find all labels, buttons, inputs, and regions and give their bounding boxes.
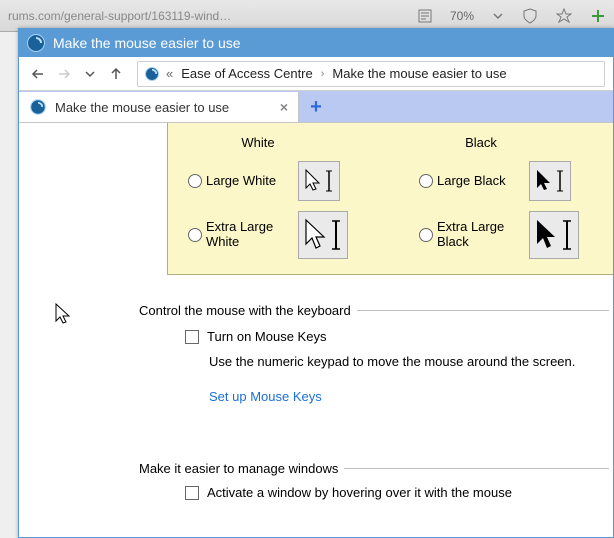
radio-icon[interactable] bbox=[188, 174, 202, 188]
nav-forward-button[interactable] bbox=[53, 63, 75, 85]
radio-icon[interactable] bbox=[188, 228, 202, 242]
breadcrumb-root[interactable]: Ease of Access Centre bbox=[181, 66, 313, 81]
radio-icon[interactable] bbox=[419, 228, 433, 242]
pointer-preview bbox=[298, 161, 340, 201]
titlebar[interactable]: Make the mouse easier to use bbox=[19, 29, 613, 57]
chevron-right-icon: › bbox=[319, 68, 327, 80]
pointer-option-extra-large-black[interactable]: Extra Large Black bbox=[391, 205, 613, 265]
star-icon bbox=[556, 8, 572, 24]
mouse-keys-section: Control the mouse with the keyboard Turn… bbox=[139, 303, 609, 404]
pointer-label: Large Black bbox=[437, 174, 525, 189]
mouse-keys-checkbox-row[interactable]: Turn on Mouse Keys bbox=[185, 329, 609, 344]
pointer-preview bbox=[529, 211, 579, 259]
nav-back-button[interactable] bbox=[27, 63, 49, 85]
checkbox-label: Turn on Mouse Keys bbox=[207, 329, 326, 344]
pointer-option-large-black[interactable]: Large Black bbox=[391, 157, 613, 205]
mouse-keys-description: Use the numeric keypad to move the mouse… bbox=[209, 354, 609, 369]
new-tab-button[interactable]: + bbox=[299, 92, 333, 122]
pointer-label: Large White bbox=[206, 174, 294, 189]
pointer-label: Extra Large Black bbox=[437, 220, 525, 250]
app-icon bbox=[27, 34, 45, 52]
nav-toolbar: « Ease of Access Centre › Make the mouse… bbox=[19, 57, 613, 91]
checkbox-label: Activate a window by hovering over it wi… bbox=[207, 485, 512, 500]
section-legend: Make it easier to manage windows bbox=[139, 461, 344, 476]
address-bar[interactable]: « Ease of Access Centre › Make the mouse… bbox=[137, 61, 605, 87]
pointer-option-white-top: White bbox=[168, 129, 391, 157]
ease-of-access-icon bbox=[145, 67, 159, 81]
radio-icon[interactable] bbox=[419, 174, 433, 188]
nav-up-button[interactable] bbox=[105, 63, 127, 85]
background-url: rums.com/general-support/163119-wind… bbox=[8, 9, 231, 23]
tab-icon bbox=[30, 99, 45, 114]
setup-mouse-keys-link[interactable]: Set up Mouse Keys bbox=[209, 389, 609, 404]
content-area: White Black Large White bbox=[19, 123, 613, 537]
nav-recent-dropdown[interactable] bbox=[79, 63, 101, 85]
window-title: Make the mouse easier to use bbox=[53, 35, 241, 51]
pointer-label: Black bbox=[437, 136, 525, 151]
reader-icon bbox=[418, 9, 432, 23]
pointer-option-extra-large-white[interactable]: Extra Large White bbox=[168, 205, 391, 265]
hover-activate-checkbox-row[interactable]: Activate a window by hovering over it wi… bbox=[185, 485, 609, 500]
tab-close-button[interactable]: × bbox=[280, 99, 288, 115]
pointer-label: White bbox=[214, 136, 302, 151]
section-legend: Control the mouse with the keyboard bbox=[139, 303, 357, 318]
breadcrumb-leaf[interactable]: Make the mouse easier to use bbox=[332, 66, 506, 81]
host-cursor-icon bbox=[55, 303, 75, 327]
ease-of-access-window: Make the mouse easier to use « Ease of A… bbox=[18, 28, 614, 538]
tabstrip: Make the mouse easier to use × + bbox=[19, 91, 613, 123]
pointer-preview bbox=[529, 161, 571, 201]
zoom-level: 70% bbox=[450, 9, 474, 23]
pointer-scheme-panel: White Black Large White bbox=[167, 123, 613, 275]
checkbox-icon[interactable] bbox=[185, 330, 199, 344]
shield-icon bbox=[522, 8, 538, 24]
add-icon bbox=[590, 8, 606, 24]
checkbox-icon[interactable] bbox=[185, 486, 199, 500]
pointer-preview bbox=[298, 211, 348, 259]
tab-active[interactable]: Make the mouse easier to use × bbox=[19, 92, 299, 122]
tab-label: Make the mouse easier to use bbox=[55, 100, 229, 115]
pointer-option-black-top: Black bbox=[391, 129, 613, 157]
manage-windows-section: Make it easier to manage windows Activat… bbox=[139, 461, 609, 500]
pointer-label: Extra Large White bbox=[206, 220, 294, 250]
pointer-option-large-white[interactable]: Large White bbox=[168, 157, 391, 205]
breadcrumb-overflow-icon[interactable]: « bbox=[166, 66, 175, 81]
chevron-down-icon bbox=[492, 10, 504, 22]
